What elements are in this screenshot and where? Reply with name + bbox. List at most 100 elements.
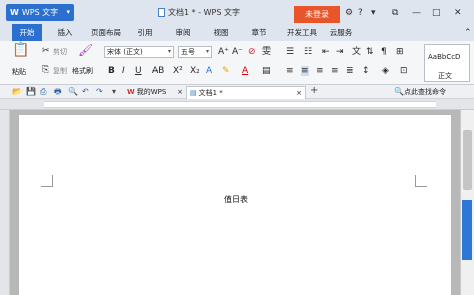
horizontal-ruler[interactable] — [0, 99, 474, 110]
menu-tabs: 开始 插入 页面布局 引用 审阅 视图 章节 开发工具 云服务 ⌃ — [0, 24, 474, 41]
font-size-value: 五号 — [181, 48, 195, 56]
cut-button[interactable]: 剪切 — [53, 47, 67, 57]
login-button[interactable]: 未登录 — [294, 6, 340, 23]
chinese-layout-icon[interactable]: 文 — [352, 47, 361, 57]
shading-icon[interactable]: ◈ — [382, 66, 389, 76]
title-bar: W WPS 文字 ▾ 文档1 * - WPS 文字 未登录 ⚙ ? ▾ ⧉ — □… — [0, 0, 474, 24]
tab-section[interactable]: 章节 — [246, 24, 272, 41]
document-canvas: 值日表 — [10, 110, 460, 295]
close-tab-icon[interactable]: × — [177, 86, 183, 98]
search-icon[interactable]: 🔍 — [394, 87, 404, 97]
print-preview-icon[interactable]: 🔍 — [68, 87, 78, 97]
show-marks-icon[interactable]: ¶ — [381, 47, 387, 57]
wps-logo-icon: W — [10, 8, 19, 17]
help-icon[interactable]: ? — [358, 7, 363, 19]
grow-font-icon[interactable]: A⁺ — [218, 47, 229, 57]
tab-page-layout[interactable]: 页面布局 — [86, 24, 126, 41]
increase-indent-icon[interactable]: ⇥ — [336, 47, 344, 57]
document-text[interactable]: 值日表 — [224, 194, 248, 205]
side-panel-strip[interactable] — [462, 200, 472, 260]
decrease-indent-icon[interactable]: ⇤ — [322, 47, 330, 57]
undo-icon[interactable]: ↶ — [82, 87, 89, 97]
save-icon[interactable]: 💾 — [26, 87, 36, 97]
shrink-font-icon[interactable]: A⁻ — [232, 47, 243, 57]
tab-developer[interactable]: 开发工具 — [282, 24, 322, 41]
text-effect-icon[interactable]: A — [206, 66, 212, 76]
paste-button[interactable]: 粘贴 — [12, 67, 26, 77]
maximize-icon[interactable]: □ — [432, 7, 441, 19]
chevron-down-icon: ▾ — [205, 48, 209, 55]
options-chevron-icon[interactable]: ▾ — [371, 7, 376, 19]
vertical-ruler[interactable] — [0, 110, 10, 295]
tab-my-wps[interactable]: W 我的WPS × — [124, 86, 186, 99]
find-command-link[interactable]: 点此查找命令 — [404, 87, 446, 97]
char-shading-icon[interactable]: ▤ — [262, 66, 271, 76]
table-style-icon[interactable]: ⊞ — [396, 47, 404, 57]
window-title: 文档1 * - WPS 文字 — [158, 7, 240, 18]
tab-insert[interactable]: 插入 — [52, 24, 78, 41]
phonetic-icon[interactable]: 雯 — [262, 47, 271, 57]
font-size-select[interactable]: 五号 ▾ — [178, 46, 212, 58]
align-left-icon[interactable]: ≡ — [286, 66, 294, 76]
close-icon[interactable]: ✕ — [454, 7, 462, 19]
cut-icon[interactable]: ✂ — [42, 46, 50, 56]
app-menu-button[interactable]: W WPS 文字 ▾ — [6, 4, 74, 21]
bullet-list-icon[interactable]: ☰ — [286, 47, 294, 57]
distributed-icon[interactable]: ≣ — [346, 66, 354, 76]
superscript-icon[interactable]: X² — [173, 66, 183, 76]
sort-icon[interactable]: ⇅ — [366, 47, 374, 57]
open-folder-icon[interactable]: 📂 — [12, 87, 22, 97]
app-menu-label: WPS 文字 — [21, 8, 59, 17]
customize-chevron-icon[interactable]: ▾ — [112, 87, 116, 97]
skin-icon[interactable]: ⚙ — [345, 7, 353, 19]
ruler-band — [44, 101, 436, 108]
format-painter-button[interactable]: 格式刷 — [72, 66, 93, 76]
tab-document-1[interactable]: ▤ 文档1 * × — [186, 86, 306, 99]
copy-icon[interactable]: ⎘ — [42, 65, 49, 75]
paste-icon[interactable]: 📋 — [12, 43, 29, 57]
copy-button[interactable]: 复制 — [53, 66, 67, 76]
align-center-icon[interactable]: ≡ — [301, 66, 309, 76]
subscript-icon[interactable]: X₂ — [190, 66, 200, 76]
new-tab-icon[interactable]: + — [310, 86, 318, 96]
italic-icon[interactable]: I — [122, 66, 125, 76]
tab-my-wps-label: 我的WPS — [136, 88, 167, 96]
tab-references[interactable]: 引用 — [132, 24, 158, 41]
font-name-value: 宋体 (正文) — [107, 48, 143, 56]
output-pdf-icon[interactable]: ⎙ — [40, 87, 46, 97]
numbered-list-icon[interactable]: ☷ — [304, 47, 312, 57]
restore-icon[interactable]: ⧉ — [392, 7, 398, 19]
highlight-icon[interactable]: ✎ — [222, 66, 230, 76]
tab-home[interactable]: 开始 — [12, 24, 42, 41]
print-icon[interactable]: 🖶 — [54, 87, 62, 97]
quick-access-bar: 📂 💾 ⎙ 🖶 🔍 ↶ ↷ ▾ W 我的WPS × ▤ 文档1 * × + 🔍 点此… — [0, 85, 474, 99]
tab-document-1-label: 文档1 * — [198, 89, 223, 97]
style-name-normal: 正文 — [438, 72, 452, 80]
document-icon — [158, 8, 165, 17]
tab-view[interactable]: 视图 — [208, 24, 234, 41]
format-painter-icon[interactable]: 🖌 — [78, 44, 93, 56]
style-sample: AaBbCcD — [428, 53, 461, 61]
tab-cloud-service[interactable]: 云服务 — [326, 24, 356, 41]
close-tab-icon[interactable]: × — [296, 87, 302, 99]
document-page[interactable]: 值日表 — [19, 115, 451, 295]
line-spacing-icon[interactable]: ↕ — [362, 66, 370, 76]
style-gallery[interactable]: AaBbCcD 正文 — [424, 44, 470, 82]
font-color-icon[interactable]: A — [242, 66, 248, 76]
chevron-down-icon: ▾ — [66, 8, 70, 16]
wps-logo-icon: W — [127, 88, 135, 96]
strikethrough-icon[interactable]: A̶B — [152, 66, 164, 76]
redo-icon[interactable]: ↷ — [96, 87, 103, 97]
minimize-icon[interactable]: — — [412, 7, 421, 19]
document-icon: ▤ — [190, 89, 197, 97]
bold-icon[interactable]: B — [108, 66, 115, 76]
align-right-icon[interactable]: ≡ — [316, 66, 324, 76]
font-name-select[interactable]: 宋体 (正文) ▾ — [104, 46, 174, 58]
border-icon[interactable]: ⊡ — [400, 66, 408, 76]
tab-review[interactable]: 审阅 — [170, 24, 196, 41]
underline-icon[interactable]: U — [135, 66, 142, 76]
justify-icon[interactable]: ≡ — [331, 66, 339, 76]
collapse-ribbon-icon[interactable]: ⌃ — [464, 27, 472, 39]
clear-format-icon[interactable]: ⊘ — [248, 47, 256, 57]
scrollbar-thumb[interactable] — [463, 130, 472, 190]
